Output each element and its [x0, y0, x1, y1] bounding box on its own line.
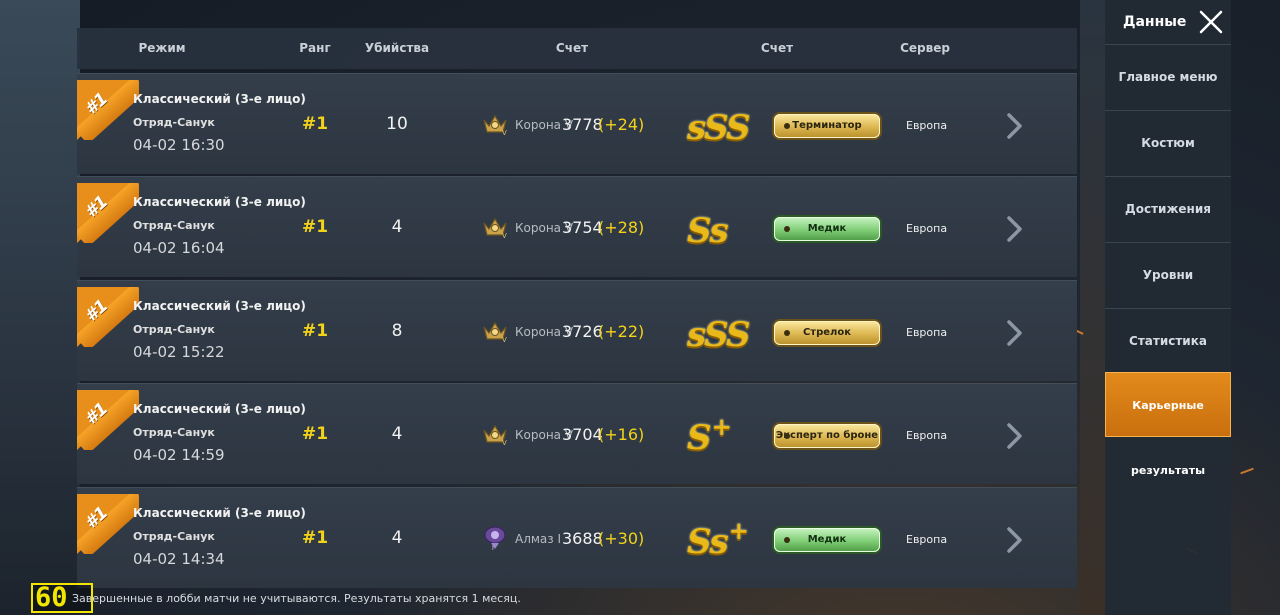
data-sidebar: Данные Главное меню Костюм Достижения Ур…	[1105, 0, 1231, 615]
match-rank: #1	[301, 321, 329, 341]
header-rank: Ранг	[299, 41, 331, 55]
background-right	[1080, 0, 1105, 615]
sidebar-item-statistics[interactable]: Статистика	[1105, 308, 1231, 373]
rating-points: 3778	[562, 115, 603, 134]
match-server: Европа	[906, 119, 948, 132]
match-server: Европа	[906, 222, 948, 235]
rating-delta: (+22)	[598, 322, 645, 341]
rating-delta: (+16)	[598, 425, 645, 444]
svg-text:V: V	[502, 336, 507, 343]
match-mode: Классический (3-е лицо)	[133, 402, 306, 416]
rating-delta: (+24)	[598, 115, 645, 134]
title-badge: Терминатор	[774, 114, 880, 138]
match-kills: 8	[391, 321, 403, 341]
chevron-right-icon[interactable]	[1006, 526, 1024, 554]
match-server: Европа	[906, 326, 948, 339]
first-place-ribbon: #1	[77, 390, 139, 450]
match-team: Отряд-Санук	[133, 426, 215, 439]
match-row[interactable]: #1 Классический (3-е лицо) Отряд-Санук 0…	[77, 73, 1077, 174]
svg-text:V: V	[502, 439, 507, 446]
sidebar-item-costume[interactable]: Костюм	[1105, 110, 1231, 175]
crown-tier-icon: V	[483, 424, 507, 446]
title-badge: Эксперт по броне	[774, 424, 880, 448]
sidebar-item-achievements[interactable]: Достижения	[1105, 176, 1231, 241]
footer-note: Завершенные в лобби матчи не учитываются…	[72, 592, 521, 605]
rating-points: 3726	[562, 322, 603, 341]
sidebar-item-levels[interactable]: Уровни	[1105, 242, 1231, 307]
match-rank: #1	[301, 114, 329, 134]
sidebar-item-main-menu[interactable]: Главное меню	[1105, 44, 1231, 109]
match-row[interactable]: #1 Классический (3-е лицо) Отряд-Санук 0…	[77, 176, 1077, 277]
grade-label: sSS	[687, 108, 751, 148]
title-badge: Медик	[774, 528, 880, 552]
match-time: 04-02 14:34	[133, 550, 225, 568]
rating-points: 3704	[562, 425, 603, 444]
header-server: Сервер	[900, 41, 950, 55]
match-mode: Классический (3-е лицо)	[133, 506, 306, 520]
rating-points: 3754	[562, 218, 603, 237]
match-team: Отряд-Санук	[133, 323, 215, 336]
svg-text:I: I	[492, 545, 494, 550]
match-rank: #1	[301, 424, 329, 444]
svg-text:V: V	[502, 232, 507, 239]
match-server: Европа	[906, 429, 948, 442]
first-place-ribbon: #1	[77, 183, 139, 243]
tier-name: Алмаз I	[515, 532, 562, 546]
ember-decoration	[1240, 467, 1254, 475]
match-team: Отряд-Санук	[133, 116, 215, 129]
rating-points: 3688	[562, 529, 603, 548]
svg-text:V: V	[502, 129, 507, 136]
grade-label: sSS	[687, 315, 751, 355]
grade-label: Ss	[687, 211, 729, 251]
crown-tier-icon: V	[483, 114, 507, 136]
match-row[interactable]: #1 Классический (3-е лицо) Отряд-Санук 0…	[77, 280, 1077, 381]
match-kills: 10	[386, 114, 408, 134]
match-mode: Классический (3-е лицо)	[133, 195, 306, 209]
chevron-right-icon[interactable]	[1006, 112, 1024, 140]
chevron-right-icon[interactable]	[1006, 422, 1024, 450]
close-icon[interactable]	[1197, 8, 1225, 36]
match-kills: 4	[391, 424, 403, 444]
career-results-panel: Режим Ранг Убийства Счет Счет Сервер #1 …	[77, 28, 1077, 588]
diamond-tier-icon: I	[484, 526, 506, 550]
match-kills: 4	[391, 528, 403, 548]
first-place-ribbon: #1	[77, 80, 139, 140]
table-header: Режим Ранг Убийства Счет Счет Сервер	[77, 28, 1077, 69]
header-grade: Счет	[760, 41, 794, 55]
match-row[interactable]: #1 Классический (3-е лицо) Отряд-Санук 0…	[77, 487, 1077, 588]
match-server: Европа	[906, 533, 948, 546]
grade-label: S+	[687, 412, 732, 458]
match-time: 04-02 16:30	[133, 136, 225, 154]
match-team: Отряд-Санук	[133, 530, 215, 543]
crown-tier-icon: V	[483, 321, 507, 343]
first-place-ribbon: #1	[77, 494, 139, 554]
rating-delta: (+30)	[598, 529, 645, 548]
first-place-ribbon: #1	[77, 287, 139, 347]
header-score: Счет	[555, 41, 589, 55]
title-badge: Медик	[774, 217, 880, 241]
match-time: 04-02 14:59	[133, 446, 225, 464]
grade-label: Ss+	[687, 516, 749, 562]
header-kills: Убийства	[364, 41, 430, 55]
title-badge: Стрелок	[774, 321, 880, 345]
match-mode: Классический (3-е лицо)	[133, 92, 306, 106]
match-time: 04-02 15:22	[133, 343, 225, 361]
match-mode: Классический (3-е лицо)	[133, 299, 306, 313]
crown-tier-icon: V	[483, 217, 507, 239]
rating-delta: (+28)	[598, 218, 645, 237]
background-left	[0, 0, 80, 615]
match-rank: #1	[301, 217, 329, 237]
chevron-right-icon[interactable]	[1006, 215, 1024, 243]
match-kills: 4	[391, 217, 403, 237]
match-row[interactable]: #1 Классический (3-е лицо) Отряд-Санук 0…	[77, 383, 1077, 484]
header-mode: Режим	[138, 41, 186, 55]
match-rank: #1	[301, 528, 329, 548]
sidebar-title: Данные	[1123, 14, 1187, 30]
chevron-right-icon[interactable]	[1006, 319, 1024, 347]
sidebar-item-career-results[interactable]: Карьерные результаты	[1105, 372, 1231, 477]
match-team: Отряд-Санук	[133, 219, 215, 232]
match-time: 04-02 16:04	[133, 239, 225, 257]
